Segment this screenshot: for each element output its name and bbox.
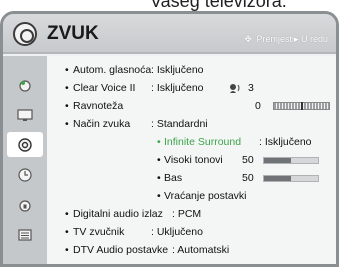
treble-value: 50: [242, 154, 254, 166]
treble-slider[interactable]: [263, 157, 319, 164]
balance-slider[interactable]: [273, 102, 330, 110]
bass-slider[interactable]: [263, 175, 319, 182]
menu-row-infinite-surround[interactable]: • Infinite Surround : Isključeno: [47, 134, 336, 151]
infinite-surround-label: Infinite Surround: [164, 136, 242, 148]
menu-row-balance[interactable]: • Ravnoteža 0: [47, 98, 336, 115]
bullet: •: [157, 190, 161, 202]
bullet: •: [65, 100, 69, 112]
bass-label: Bas: [164, 172, 183, 184]
dtv-audio-value: : Automatski: [172, 244, 230, 256]
navigation-arrows-icon: ✥: [244, 34, 252, 44]
sidebar-item-picture[interactable]: [9, 72, 41, 97]
balance-value: 0: [255, 100, 261, 112]
sidebar-item-options[interactable]: [9, 222, 41, 247]
sound-menu-icon: [13, 22, 37, 46]
options-icon: [18, 228, 32, 241]
sound-mode-label: Način zvuka: [73, 118, 131, 130]
balance-slider-marker: [301, 102, 303, 110]
reset-label: Vraćanje postavki: [164, 190, 247, 202]
bullet: •: [65, 226, 69, 238]
clock-icon: [18, 167, 32, 182]
clear-voice-label: Clear Voice II: [73, 82, 136, 94]
menu-content: • Autom. glasnoća : Isključeno • Clear V…: [47, 56, 336, 264]
voice-icon: [230, 84, 240, 93]
menu-row-dtv-audio[interactable]: • DTV Audio postavke : Automatski: [47, 242, 336, 259]
picture-icon: [19, 79, 31, 92]
bullet: •: [157, 172, 161, 184]
treble-slider-fill: [264, 158, 291, 163]
menu-row-treble[interactable]: • Visoki tonovi 50: [47, 152, 336, 169]
bullet: •: [65, 64, 69, 76]
auto-volume-value: : Isključeno: [151, 64, 204, 76]
sound-mode-value: : Standardni: [151, 118, 208, 130]
bullet: •: [65, 208, 69, 220]
sound-menu-window: ZVUK ✥ Premjesti▸ U redu • Autom. glasno…: [0, 11, 339, 267]
sidebar-item-sound[interactable]: [7, 132, 43, 157]
menu-row-tv-speaker[interactable]: • TV zvučnik : Uključeno: [47, 224, 336, 241]
menu-header: ZVUK ✥ Premjesti▸ U redu: [3, 14, 336, 54]
tv-speaker-label: TV zvučnik: [73, 226, 125, 238]
category-sidebar: [3, 56, 47, 264]
sidebar-item-time[interactable]: [9, 162, 41, 187]
menu-row-sound-mode[interactable]: • Način zvuka : Standardni: [47, 116, 336, 133]
bullet: •: [65, 244, 69, 256]
dtv-audio-label: DTV Audio postavke: [73, 244, 169, 256]
sound-icon: [18, 137, 32, 152]
menu-row-bass[interactable]: • Bas 50: [47, 170, 336, 187]
menu-row-auto-volume[interactable]: • Autom. glasnoća : Isključeno: [47, 62, 336, 79]
menu-row-reset[interactable]: • Vraćanje postavki: [47, 188, 336, 205]
lock-icon: [19, 199, 31, 212]
bullet: •: [157, 136, 161, 148]
digital-audio-out-label: Digitalni audio izlaz: [73, 208, 163, 220]
menu-row-digital-audio-out[interactable]: • Digitalni audio izlaz : PCM: [47, 206, 336, 223]
bullet: •: [65, 82, 69, 94]
auto-volume-label: Autom. glasnoća: [73, 64, 152, 76]
menu-row-clear-voice[interactable]: • Clear Voice II : Isključeno 3: [47, 80, 336, 97]
menu-title: ZVUK: [47, 23, 99, 44]
navigation-hint: ✥ Premjesti▸ U redu: [244, 34, 328, 45]
infinite-surround-value: : Isključeno: [259, 136, 312, 148]
bass-slider-fill: [264, 176, 291, 181]
navigation-hint-text: Premjesti▸ U redu: [256, 34, 328, 44]
bass-value: 50: [242, 172, 254, 184]
bullet: •: [157, 154, 161, 166]
balance-label: Ravnoteža: [73, 100, 124, 112]
sidebar-item-screen[interactable]: [9, 102, 41, 127]
background-text-fragment: Vašeg televizora.: [150, 0, 287, 11]
bullet: •: [65, 118, 69, 130]
treble-label: Visoki tonovi: [164, 154, 223, 166]
clear-voice-level: 3: [248, 82, 254, 94]
tv-speaker-value: : Uključeno: [151, 226, 203, 238]
digital-audio-out-value: : PCM: [172, 208, 202, 220]
sidebar-item-lock[interactable]: [9, 192, 41, 217]
clear-voice-value: : Isključeno: [151, 82, 204, 94]
screen-icon: [17, 108, 33, 121]
